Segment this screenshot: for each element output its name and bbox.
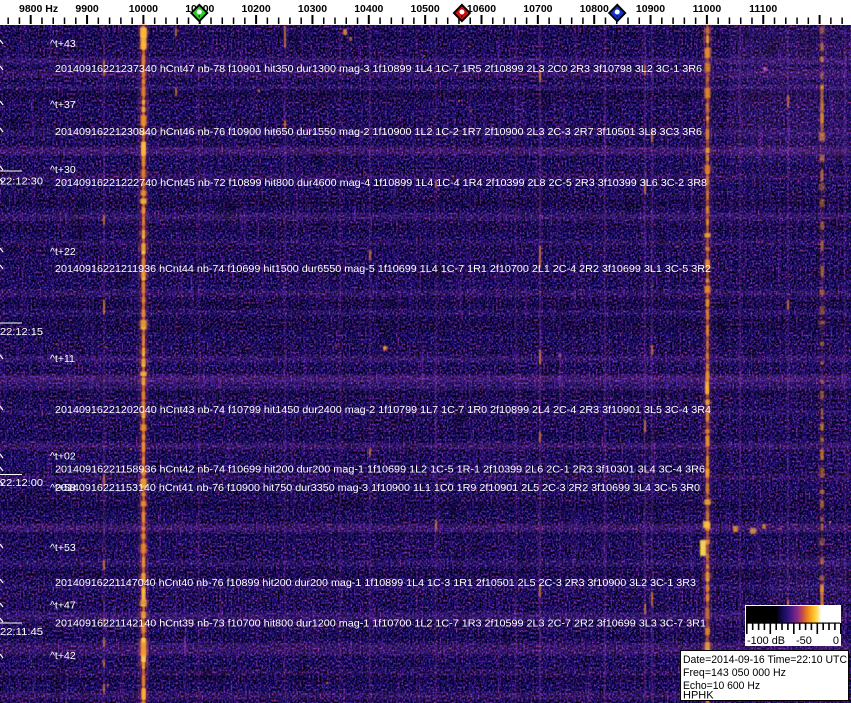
svg-text:^t+11: ^t+11 <box>50 353 75 365</box>
svg-text:10600: 10600 <box>467 3 496 15</box>
svg-text:^t+53: ^t+53 <box>50 542 76 554</box>
svg-text:-50: -50 <box>796 635 812 647</box>
svg-text:10200: 10200 <box>241 3 270 15</box>
svg-text:22:11:45: 22:11:45 <box>0 626 43 638</box>
svg-text:10300: 10300 <box>298 3 327 15</box>
svg-text:^t+22: ^t+22 <box>50 246 76 258</box>
svg-text:^t+30: ^t+30 <box>50 164 76 176</box>
svg-text:20140916221147040 hCnt40 nb-76: 20140916221147040 hCnt40 nb-76 f10899 hi… <box>55 577 696 589</box>
svg-text:10000: 10000 <box>129 3 158 15</box>
svg-text:^t+47: ^t+47 <box>50 600 76 612</box>
svg-text:^t+43: ^t+43 <box>50 38 76 50</box>
svg-text:20140916221153140 hCnt41 nb-76: 20140916221153140 hCnt41 nb-76 f10900 hi… <box>55 482 700 494</box>
svg-text:10900: 10900 <box>636 3 665 15</box>
svg-text:Date=2014-09-16 Time=22:10 UTC: Date=2014-09-16 Time=22:10 UTC <box>683 654 847 666</box>
svg-text:22:12:30: 22:12:30 <box>0 176 43 188</box>
svg-text:^t+37: ^t+37 <box>50 99 76 111</box>
svg-text:^t+02: ^t+02 <box>50 451 76 463</box>
svg-text:HPHK: HPHK <box>683 690 714 702</box>
svg-text:22:12:15: 22:12:15 <box>0 326 43 338</box>
svg-text:10500: 10500 <box>410 3 439 15</box>
svg-text:20140916221222740 hCnt45 nb-72: 20140916221222740 hCnt45 nb-72 f10899 hi… <box>55 177 707 189</box>
svg-text:20140916221237340 hCnt47 nb-78: 20140916221237340 hCnt47 nb-78 f10901 hi… <box>55 63 702 75</box>
svg-text:10700: 10700 <box>523 3 552 15</box>
svg-text:^t+42: ^t+42 <box>50 650 76 662</box>
svg-text:20140916221158936 hCnt42 nb-74: 20140916221158936 hCnt42 nb-74 f10699 hi… <box>55 464 705 476</box>
svg-text:20140916221230840 hCnt46 nb-76: 20140916221230840 hCnt46 nb-76 f10900 hi… <box>55 126 702 138</box>
svg-text:9900: 9900 <box>75 3 99 15</box>
svg-text:20140916221211936 hCnt44 nb-74: 20140916221211936 hCnt44 nb-74 f10699 hi… <box>55 263 711 275</box>
svg-text:10800: 10800 <box>580 3 609 15</box>
svg-text:20140916221142140 hCnt39 nb-73: 20140916221142140 hCnt39 nb-73 f10700 hi… <box>55 618 706 630</box>
svg-text:-100 dB: -100 dB <box>747 635 785 647</box>
svg-text:11100: 11100 <box>749 3 777 15</box>
svg-text:11000: 11000 <box>693 3 722 15</box>
svg-text:20140916221202040 hCnt43 nb-74: 20140916221202040 hCnt43 nb-74 f10799 hi… <box>55 404 711 416</box>
svg-text:0: 0 <box>833 635 839 647</box>
svg-text:Freq=143 050 000 Hz: Freq=143 050 000 Hz <box>683 667 786 679</box>
svg-text:9800 Hz: 9800 Hz <box>19 3 58 15</box>
svg-text:10400: 10400 <box>354 3 383 15</box>
svg-text:^t+58: ^t+58 <box>50 482 76 494</box>
svg-text:22:12:00: 22:12:00 <box>0 477 43 489</box>
